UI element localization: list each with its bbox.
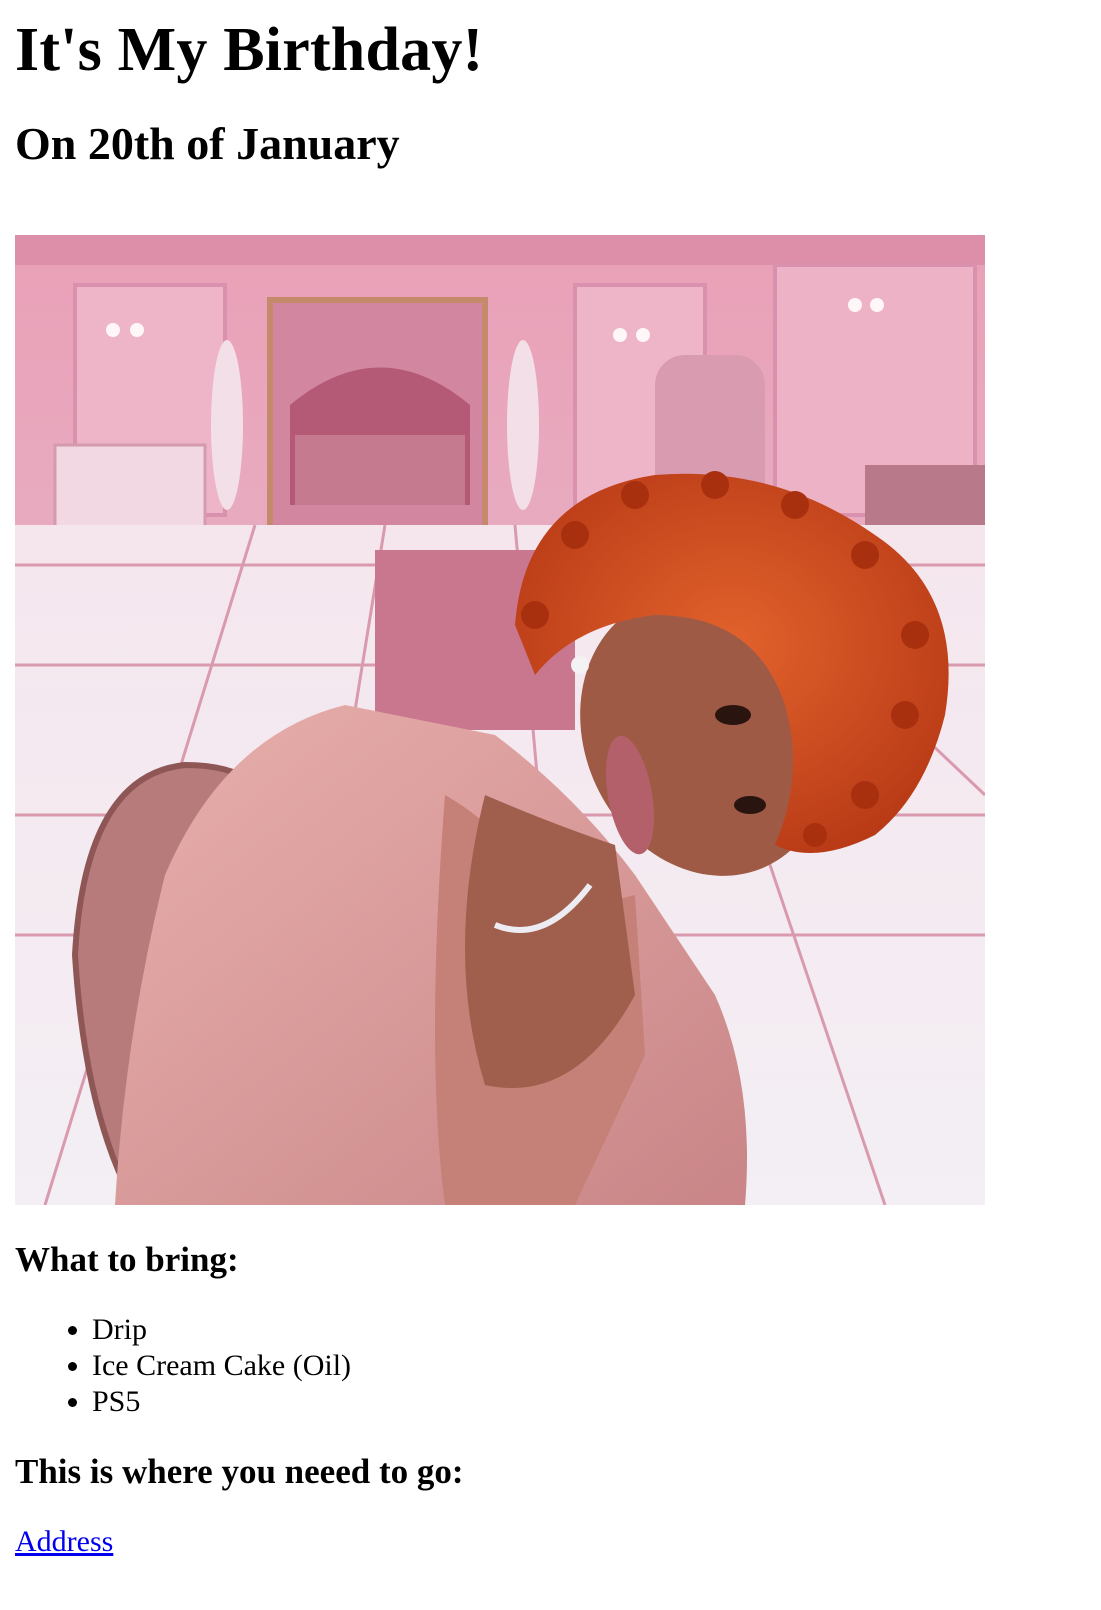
page: It's My Birthday! On 20th of January Wha…	[0, 14, 1101, 1610]
birthday-photo	[15, 235, 985, 1205]
bring-list: Drip Ice Cream Cake (Oil) PS5	[15, 1312, 1075, 1420]
address-link[interactable]: Address	[15, 1524, 113, 1560]
location-heading: This is where you neeed to go:	[15, 1452, 464, 1491]
page-subtitle: On 20th of January	[15, 118, 400, 169]
list-item: Ice Cream Cake (Oil)	[92, 1348, 1075, 1384]
page-title: It's My Birthday!	[15, 16, 484, 84]
list-item: Drip	[92, 1312, 1075, 1348]
list-item: PS5	[92, 1384, 1075, 1420]
bring-heading: What to bring:	[15, 1240, 239, 1279]
details-section: What to bring: Drip Ice Cream Cake (Oil)…	[15, 1238, 1075, 1560]
